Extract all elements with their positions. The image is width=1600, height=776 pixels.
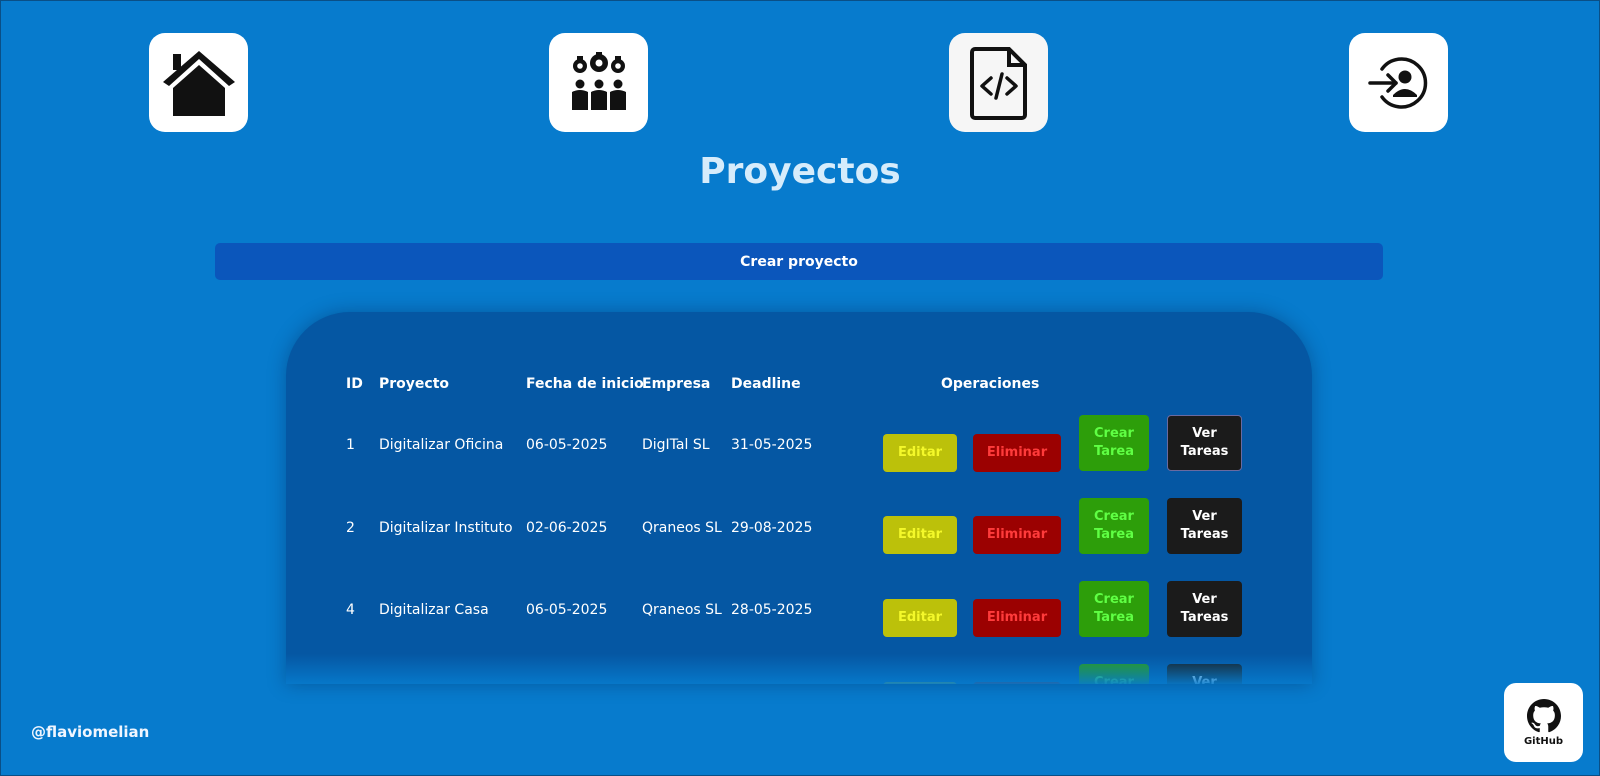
header-operations: Operaciones	[941, 376, 1040, 392]
row-project: Digitalizar Instituto	[379, 520, 513, 536]
create-task-button[interactable]: Crear Tarea	[1079, 498, 1149, 554]
code-file-icon	[969, 46, 1027, 120]
edit-button[interactable]: Editar	[883, 434, 957, 472]
github-label: GitHub	[1523, 735, 1564, 747]
row-company: Qraneos SL	[642, 520, 722, 536]
home-icon	[162, 50, 235, 116]
row-id: 4	[346, 602, 355, 618]
login-user-icon	[1367, 56, 1427, 109]
delete-button[interactable]: Eliminar	[973, 516, 1061, 554]
create-project-button[interactable]: Crear proyecto	[215, 243, 1383, 280]
row-company: DigITal SL	[642, 437, 710, 453]
row-start-date: 02-06-2025	[526, 520, 608, 536]
create-task-button[interactable]: Crear Tarea	[1079, 581, 1149, 637]
view-tasks-button[interactable]: Ver Tareas	[1167, 415, 1242, 471]
view-tasks-button[interactable]: Ver Tareas	[1167, 581, 1242, 637]
view-tasks-button[interactable]: Ver Tareas	[1167, 664, 1242, 684]
nav-login-button[interactable]	[1349, 33, 1448, 132]
row-start-date: 06-05-2025	[526, 437, 608, 453]
nav-docs-button[interactable]	[949, 33, 1048, 132]
edit-button[interactable]: Editar	[883, 516, 957, 554]
row-start-date: 06-05-2025	[526, 602, 608, 618]
edit-button[interactable]	[883, 682, 957, 684]
view-tasks-button[interactable]: Ver Tareas	[1167, 498, 1242, 554]
row-deadline: 28-05-2025	[731, 602, 813, 618]
github-button[interactable]: GitHub	[1504, 683, 1583, 762]
header-project: Proyecto	[379, 376, 450, 392]
create-task-button[interactable]: Crear Tarea	[1079, 664, 1149, 684]
header-company: Empresa	[642, 376, 711, 392]
row-id: 2	[346, 520, 355, 536]
header-deadline: Deadline	[731, 376, 801, 392]
nav-home-button[interactable]	[149, 33, 248, 132]
row-project: Digitalizar Casa	[379, 602, 489, 618]
row-deadline: 29-08-2025	[731, 520, 813, 536]
row-deadline: 31-05-2025	[731, 437, 813, 453]
scroll-fade	[286, 654, 1312, 684]
page-title: Proyectos	[699, 151, 901, 192]
header-start-date: Fecha de inicio	[526, 376, 644, 392]
create-task-button[interactable]: Crear Tarea	[1079, 415, 1149, 471]
delete-button[interactable]	[973, 682, 1061, 684]
author-handle: @flaviomelian	[31, 723, 150, 741]
nav-team-button[interactable]	[549, 33, 648, 132]
row-company: Qraneos SL	[642, 602, 722, 618]
row-project: Digitalizar Oficina	[379, 437, 504, 453]
team-gears-icon	[571, 51, 626, 110]
row-id: 1	[346, 437, 355, 453]
delete-button[interactable]: Eliminar	[973, 434, 1061, 472]
github-icon	[1526, 698, 1561, 732]
edit-button[interactable]: Editar	[883, 599, 957, 637]
delete-button[interactable]: Eliminar	[973, 599, 1061, 637]
header-id: ID	[346, 376, 363, 392]
projects-table: ID Proyecto Fecha de inicio Empresa Dead…	[286, 312, 1312, 684]
